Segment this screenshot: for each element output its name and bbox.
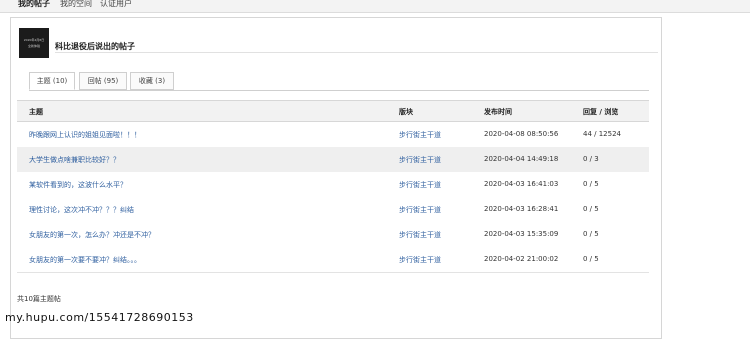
post-time: 2020-04-03 16:41:03 [484,180,559,188]
avatar-text-1: 2020年4月8日 [23,38,45,42]
reply-view-count: 0 / 5 [583,180,599,188]
reply-view-count: 0 / 5 [583,255,599,263]
tab-topics[interactable]: 主题 (10) [29,72,75,90]
forum-link[interactable]: 步行街主干道 [399,205,441,215]
avatar[interactable]: 2020年4月8日 全新体验 [19,28,49,58]
forum-link[interactable]: 步行街主干道 [399,130,441,140]
post-time: 2020-04-02 21:00:02 [484,255,559,263]
top-nav: 我的帖子 我的空间 认证用户 [0,0,750,13]
table-header: 主题 版块 发布时间 回复 / 浏览 [17,100,649,122]
forum-link[interactable]: 步行街主干道 [399,180,441,190]
reply-view-count: 44 / 12524 [583,130,621,138]
post-summary: 共10篇主题帖 [17,295,61,303]
post-time: 2020-04-08 08:50:56 [484,130,559,138]
column-reply-view: 回复 / 浏览 [583,108,619,116]
table-row: 某软件看到的，这波什么水平？ 步行街主干道 2020-04-03 16:41:0… [17,172,649,198]
topnav-verified-user[interactable]: 认证用户 [100,0,132,9]
column-forum: 版块 [399,108,413,116]
post-subject-link[interactable]: 昨晚跟网上认识的姐姐见面啦！！！ [29,130,141,140]
post-time: 2020-04-04 14:49:18 [484,155,559,163]
reply-view-count: 0 / 5 [583,205,599,213]
post-subject-link[interactable]: 某软件看到的，这波什么水平？ [29,180,127,190]
post-subject-link[interactable]: 理性讨论，这次冲不冲？？？纠结 [29,205,134,215]
topnav-my-space[interactable]: 我的空间 [60,0,92,9]
reply-view-count: 0 / 5 [583,230,599,238]
profile-header: 2020年4月8日 全新体验 科比退役后说出的帖子 [19,28,658,68]
forum-link[interactable]: 步行街主干道 [399,255,441,265]
avatar-text-2: 全新体验 [27,44,40,48]
post-subject-link[interactable]: 女朋友的第一次，怎么办？冲还是不冲？ [29,230,155,240]
page-title: 科比退役后说出的帖子 [55,42,135,51]
forum-link[interactable]: 步行街主干道 [399,155,441,165]
main-panel: 2020年4月8日 全新体验 科比退役后说出的帖子 主题 (10) 回帖 (95… [10,17,662,339]
column-time: 发布时间 [484,108,512,116]
tab-bar: 主题 (10) 回帖 (95) 收藏 (3) [29,72,649,91]
table-row: 昨晚跟网上认识的姐姐见面啦！！！ 步行街主干道 2020-04-08 08:50… [17,122,649,148]
tab-favorites[interactable]: 收藏 (3) [130,72,174,90]
post-subject-link[interactable]: 大学生做点啥兼职比较好？？ [29,155,120,165]
reply-view-count: 0 / 3 [583,155,599,163]
table-row: 女朋友的第一次，怎么办？冲还是不冲？ 步行街主干道 2020-04-03 15:… [17,222,649,248]
url-watermark: my.hupu.com/15541728690153 [5,311,194,324]
table-row: 理性讨论，这次冲不冲？？？纠结 步行街主干道 2020-04-03 16:28:… [17,197,649,223]
post-time: 2020-04-03 15:35:09 [484,230,559,238]
table-row: 大学生做点啥兼职比较好？？ 步行街主干道 2020-04-04 14:49:18… [17,147,649,173]
post-time: 2020-04-03 16:28:41 [484,205,559,213]
forum-link[interactable]: 步行街主干道 [399,230,441,240]
tab-replies[interactable]: 回帖 (95) [79,72,127,90]
column-subject: 主题 [29,108,43,116]
topnav-my-posts[interactable]: 我的帖子 [18,0,50,9]
post-subject-link[interactable]: 女朋友的第一次要不要冲？纠结。。。 [29,255,141,265]
header-divider [55,52,658,53]
table-row: 女朋友的第一次要不要冲？纠结。。。 步行街主干道 2020-04-02 21:0… [17,247,649,273]
